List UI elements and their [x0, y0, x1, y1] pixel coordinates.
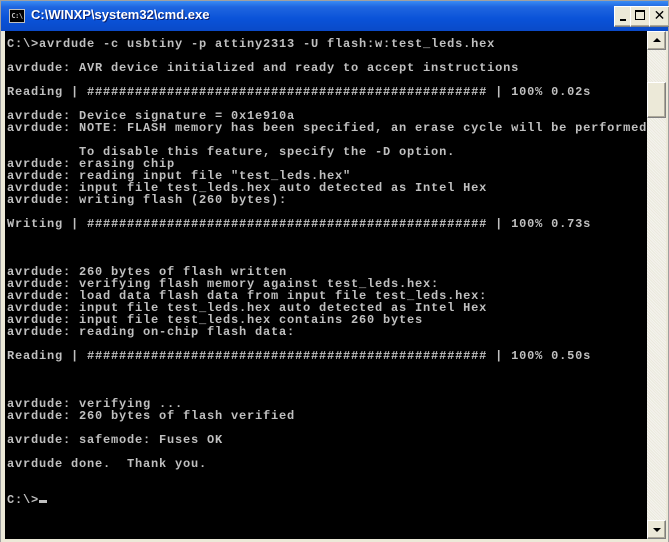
vertical-scrollbar[interactable] — [647, 31, 666, 539]
arrow-down-icon — [653, 528, 661, 532]
console-icon[interactable]: C:\ — [9, 9, 25, 23]
close-icon: ✕ — [653, 8, 666, 24]
arrow-up-icon — [653, 38, 661, 42]
scroll-up-button[interactable] — [647, 31, 666, 50]
console-line: avrdude: safemode: Fuses OK — [7, 433, 224, 447]
console-text: C:\>avrdude -c usbtiny -p attiny2313 -U … — [7, 38, 647, 506]
console-line: C:\> — [7, 493, 40, 507]
console-line: avrdude: AVR device initialized and read… — [7, 61, 520, 75]
console-line: avrdude: 260 bytes of flash verified — [7, 409, 296, 423]
close-button[interactable]: ✕ — [649, 6, 669, 27]
console-line: avrdude: reading on-chip flash data: — [7, 325, 296, 339]
cmd-window: C:\ C:\WINXP\system32\cmd.exe ✕ C:\>avrd… — [0, 0, 669, 542]
scroll-down-button[interactable] — [647, 520, 666, 539]
title-bar[interactable]: C:\ C:\WINXP\system32\cmd.exe ✕ — [1, 1, 669, 31]
maximize-icon — [635, 10, 645, 20]
console-line: avrdude done. Thank you. — [7, 457, 208, 471]
console-line: Reading | ##############################… — [7, 85, 592, 99]
console-line: Writing | ##############################… — [7, 217, 592, 231]
window-title: C:\WINXP\system32\cmd.exe — [31, 7, 210, 22]
text-cursor — [39, 500, 48, 503]
maximize-button[interactable] — [630, 6, 651, 27]
console-line: C:\>avrdude -c usbtiny -p attiny2313 -U … — [7, 37, 496, 51]
scrollbar-thumb[interactable] — [647, 82, 666, 118]
minimize-icon — [620, 19, 626, 21]
console-output[interactable]: C:\>avrdude -c usbtiny -p attiny2313 -U … — [5, 31, 647, 539]
console-line: avrdude: NOTE: FLASH memory has been spe… — [7, 121, 647, 135]
console-line: Reading | ##############################… — [7, 349, 592, 363]
console-line: avrdude: writing flash (260 bytes): — [7, 193, 288, 207]
